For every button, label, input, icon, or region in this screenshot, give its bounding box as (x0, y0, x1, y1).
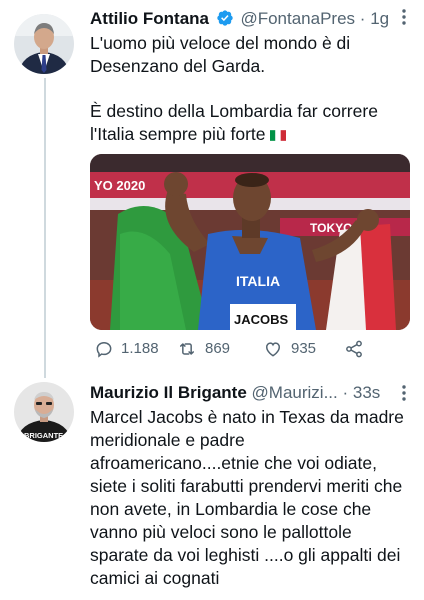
tweet-text: L'uomo più veloce del mondo è di Desenza… (90, 32, 410, 146)
photo-jersey-text: ITALIA (236, 273, 280, 289)
retweet-icon (176, 339, 198, 359)
share-action[interactable] (344, 338, 364, 360)
retweet-action[interactable]: 869 (176, 338, 230, 360)
retweet-count: 869 (205, 340, 231, 357)
timestamp[interactable]: 1g (370, 9, 389, 28)
author-name[interactable]: Attilio Fontana (90, 9, 209, 28)
verified-badge-icon (216, 9, 234, 30)
tweet-text-paragraph-2: È destino della Lombardia far correre l'… (90, 100, 410, 146)
avatar[interactable]: BRIGANTE (14, 382, 74, 442)
share-icon (344, 339, 364, 359)
more-icon[interactable] (402, 384, 406, 407)
reply-count: 1.188 (121, 340, 159, 357)
author-name[interactable]: Maurizio Il Brigante (90, 383, 247, 402)
separator-dot: · (359, 9, 366, 28)
separator-dot: · (342, 383, 349, 402)
author-handle[interactable]: @Maurizi... (252, 383, 338, 402)
tweet-fontana[interactable]: Attilio Fontana @FontanaPres · 1g L'uomo… (0, 0, 424, 372)
like-action[interactable]: 935 (262, 338, 316, 360)
tweet-header: Maurizio Il Brigante @Maurizi... · 33s (90, 382, 414, 404)
timestamp[interactable]: 33s (353, 383, 380, 402)
like-count: 935 (291, 340, 317, 357)
photo-banner-left: YO 2020 (94, 178, 145, 193)
italian-flag-icon (269, 125, 286, 141)
heart-icon (262, 339, 284, 359)
author-handle[interactable]: @FontanaPres (240, 9, 355, 28)
tweet-text-paragraph-1: L'uomo più veloce del mondo è di Desenza… (90, 33, 351, 76)
tweet-actions: 1.188 869 935 (94, 338, 414, 360)
more-icon[interactable] (402, 8, 406, 31)
reply-action[interactable]: 1.188 (94, 338, 159, 360)
reply-icon (94, 339, 114, 359)
avatar[interactable] (14, 14, 74, 74)
tweet-text-paragraph-2-text: È destino della Lombardia far correre l'… (90, 101, 378, 144)
tweet-header: Attilio Fontana @FontanaPres · 1g (90, 8, 414, 30)
avatar-shirt-text: BRIGANTE (24, 431, 63, 440)
tweet-photo[interactable]: YO 2020 TOKYO 20 ITALIA JACOBS (90, 154, 410, 330)
photo-bib-text: JACOBS (234, 312, 289, 327)
tweet-reply-brigante[interactable]: BRIGANTE Maurizio Il Brigante @Maurizi..… (0, 372, 424, 600)
tweet-text: Marcel Jacobs è nato in Texas da madre m… (90, 407, 404, 588)
